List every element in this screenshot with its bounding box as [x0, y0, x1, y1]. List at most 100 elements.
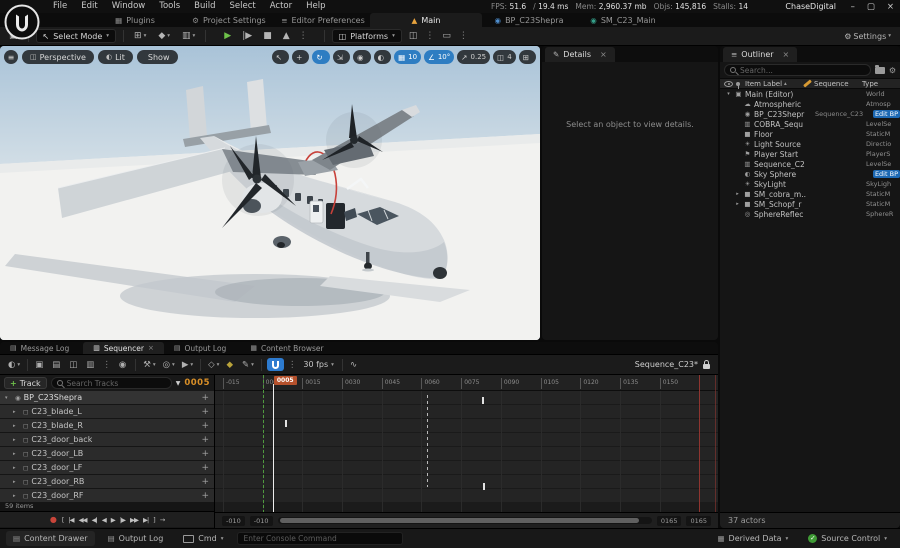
outliner-row[interactable]: ☀ SkyLight SkyLigh [720, 179, 900, 189]
set-start-button[interactable]: [ [62, 516, 64, 524]
previous-key-button[interactable]: ◀◀ [79, 516, 88, 524]
separator[interactable] [135, 358, 137, 371]
add-section-button[interactable]: + [201, 463, 209, 473]
select-mode-dropdown[interactable]: ↖ Select Mode ▾ [35, 29, 117, 43]
outliner-search-input[interactable] [740, 65, 865, 75]
scale-tool[interactable]: ⇲ [332, 50, 350, 64]
add-section-button[interactable]: + [201, 407, 209, 417]
platforms-dropdown[interactable]: ◫ Platforms ▾ [331, 29, 402, 43]
more-button[interactable]: ⋮ [424, 28, 435, 45]
fps-dropdown[interactable]: 30 fps ▾ [300, 360, 337, 369]
view-options-button[interactable]: ◎ ▾ [161, 360, 177, 370]
close-icon[interactable]: × [783, 50, 790, 59]
menu-item[interactable]: Actor [263, 0, 299, 13]
step-forward-button[interactable]: |▶ [120, 516, 126, 524]
curve-editor-button[interactable]: ∿ [348, 360, 359, 370]
close-icon[interactable]: × [600, 50, 607, 59]
output-log-button[interactable]: ▤ Output Log [101, 531, 171, 546]
expand-arrow-icon[interactable]: ▾ [5, 395, 12, 401]
column-type[interactable]: Type [862, 80, 896, 88]
keyframe[interactable] [284, 420, 287, 427]
snap-options-button[interactable]: ⋮ [287, 360, 298, 370]
dock-tab[interactable]: ▦ Content Browser [240, 342, 337, 354]
cinematics-button[interactable]: ▥ ▾ [179, 28, 198, 45]
expand-arrow-icon[interactable]: ▸ [13, 437, 20, 443]
separator[interactable] [27, 358, 29, 371]
track-row[interactable]: ▾ ◉ BP_C23Shepra + [0, 391, 214, 404]
editor-tab[interactable]: ◉ BP_C23Shepra [482, 13, 576, 27]
console-input[interactable] [243, 534, 396, 543]
outliner-row[interactable]: ▸ ■ SM_Schopf_r StaticM [720, 199, 900, 209]
keyframe-options-button[interactable]: ◇ ▾ [206, 360, 221, 370]
camera-speed-button[interactable]: ◫ 4 [493, 50, 516, 64]
tab-details[interactable]: ✎ Details × [545, 47, 615, 62]
select-tool[interactable]: ↖ [271, 50, 290, 64]
add-section-button[interactable]: + [201, 477, 209, 487]
go-to-end-button[interactable]: ▶| [143, 516, 149, 524]
play-button[interactable]: ▶ [111, 516, 116, 524]
derived-data-button[interactable]: ◫ [406, 28, 421, 45]
expand-arrow-icon[interactable]: ▸ [13, 451, 20, 457]
expand-arrow-icon[interactable]: ▸ [13, 465, 20, 471]
menu-item[interactable]: File [46, 0, 74, 13]
record-button[interactable]: ● [50, 515, 57, 524]
blueprints-button[interactable]: ◆ ▾ [155, 28, 173, 45]
level-viewport[interactable]: ≡ ◫ Perspective ◐ Lit Show ↖ + ↻ ⇲ ◉ ◐ ▦… [0, 46, 540, 340]
source-control-button[interactable]: ✓ Source Control ▾ [801, 531, 894, 546]
minimize-button[interactable]: – [851, 2, 855, 12]
add-section-button[interactable]: + [201, 491, 209, 501]
timeline-scrollbar[interactable] [277, 517, 652, 524]
dock-tab[interactable]: ▤ Message Log [0, 342, 83, 354]
close-icon[interactable]: × [148, 344, 154, 352]
add-section-button[interactable]: + [201, 435, 209, 445]
track-row[interactable]: ▸ ◻ C23_door_RF + [0, 489, 214, 502]
more-button[interactable]: ⋮ [458, 28, 469, 45]
keyframe[interactable] [483, 483, 486, 490]
show-menu[interactable]: Show [136, 50, 178, 64]
sequencer-timeline[interactable]: -015000000150030004500600075009001050120… [215, 375, 718, 528]
menu-item[interactable]: Help [299, 0, 332, 13]
tab-outliner[interactable]: ≡ Outliner × [723, 47, 798, 62]
expand-arrow-icon[interactable]: ▸ [13, 423, 20, 429]
world-options-button[interactable]: ◐ ▾ [6, 360, 22, 370]
track-row[interactable]: ▸ ◻ C23_door_RB + [0, 475, 214, 488]
playhead-line[interactable] [272, 384, 274, 512]
stop-button[interactable]: ■ [260, 28, 275, 45]
editor-tab[interactable]: ≡ Editor Preferences [276, 13, 370, 27]
editor-tab[interactable]: ◉ SM_C23_Main [576, 13, 670, 27]
track-search[interactable] [50, 377, 172, 389]
editor-tab[interactable]: ⚙ Project Settings [182, 13, 276, 27]
eject-button[interactable]: ▲ [280, 28, 293, 45]
track-row[interactable]: ▸ ◻ C23_door_LB + [0, 447, 214, 460]
sequence-name[interactable]: Sequence_C23* [635, 360, 698, 369]
expand-arrow-icon[interactable]: ▸ [13, 479, 20, 485]
playback-options-button[interactable]: ▶ ▾ [180, 360, 195, 370]
column-sequence[interactable]: Sequence [803, 79, 859, 88]
view-range-end[interactable]: 0165 [686, 515, 711, 526]
play-reverse-button[interactable]: ◀ [102, 516, 107, 524]
set-end-button[interactable]: ] [153, 516, 155, 524]
curve-options-button[interactable]: ✎ ▾ [240, 360, 256, 370]
menu-item[interactable]: Tools [152, 0, 187, 13]
dock-tab[interactable]: ▤ Output Log [164, 342, 240, 354]
outliner-row[interactable]: ▥ COBRA_Sequ LevelSe [720, 119, 900, 129]
outliner-row[interactable]: ▾ ▣ Main (Editor) World [720, 89, 900, 99]
move-tool[interactable]: + [292, 50, 310, 64]
frame-skip-button[interactable]: |▶ [239, 28, 255, 45]
outliner-row[interactable]: ◎ SphereReflec SphereR [720, 209, 900, 219]
play-button[interactable]: ▶ [221, 28, 234, 45]
add-track-button[interactable]: + Track [4, 377, 47, 389]
world-local-toggle[interactable]: ◐ [373, 50, 392, 64]
outliner-row[interactable]: ■ Floor StaticM [720, 129, 900, 139]
content-drawer-button[interactable]: ▤ Content Drawer [6, 531, 95, 546]
add-section-button[interactable]: + [201, 421, 209, 431]
save-button[interactable]: ▣ [33, 360, 47, 370]
playback-start-marker[interactable] [262, 375, 264, 512]
keyframe[interactable] [482, 397, 485, 404]
maximize-viewport-button[interactable]: ⊞ [518, 50, 536, 64]
render-movie-button[interactable]: ▥ [84, 360, 98, 370]
playback-end-marker[interactable] [699, 375, 701, 512]
loop-button[interactable]: → [160, 516, 166, 524]
step-back-button[interactable]: ◀| [92, 516, 98, 524]
cmd-dropdown[interactable]: Cmd ▾ [176, 531, 230, 546]
